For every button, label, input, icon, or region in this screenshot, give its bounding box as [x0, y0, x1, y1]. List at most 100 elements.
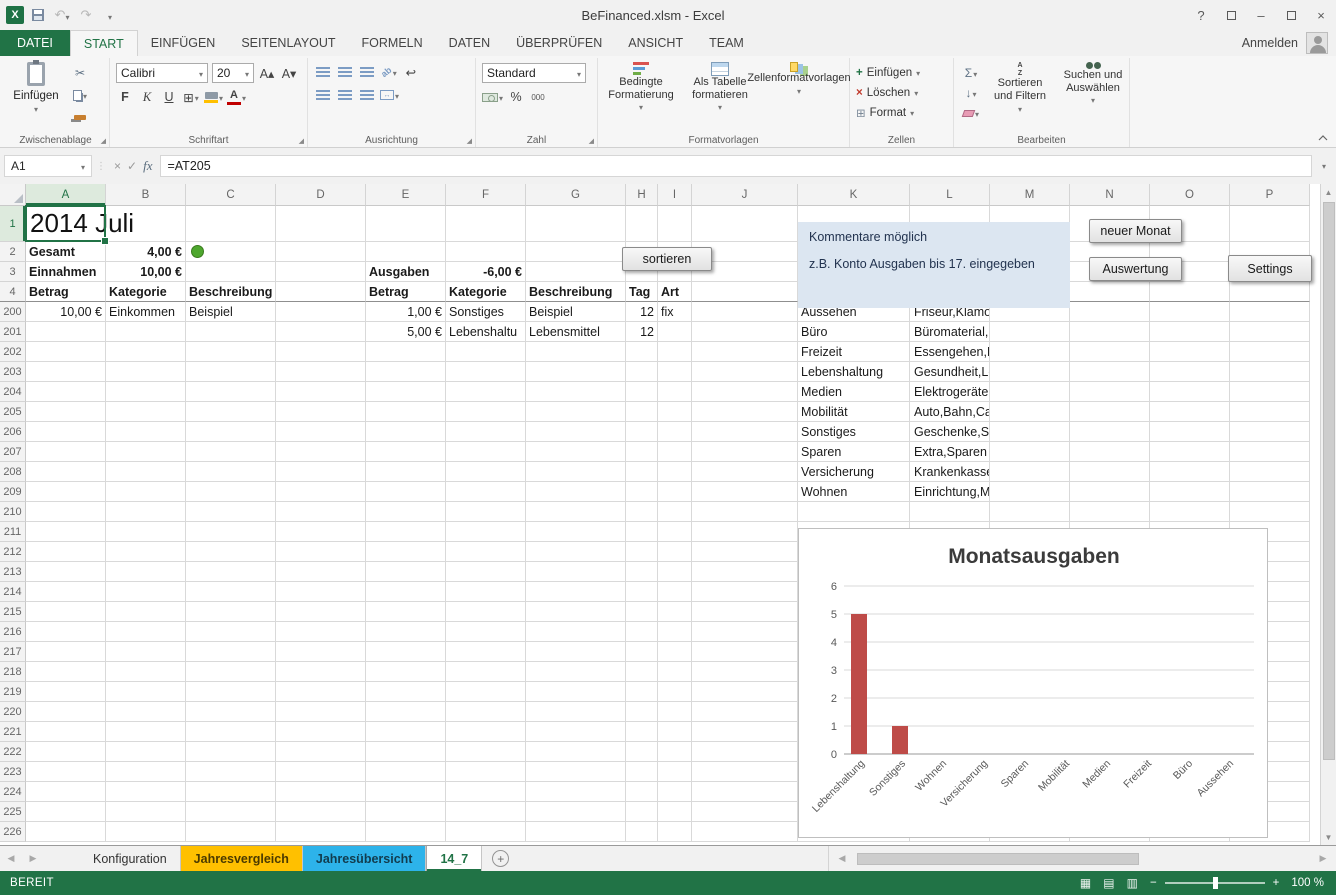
row-header-210[interactable]: 210 — [0, 502, 26, 522]
cell-G200[interactable]: Beispiel — [526, 302, 626, 322]
cell-B225[interactable] — [106, 802, 186, 822]
scroll-down-icon[interactable]: ▼ — [1321, 829, 1336, 845]
cell-A201[interactable] — [26, 322, 106, 342]
cell-B206[interactable] — [106, 422, 186, 442]
row-header-3[interactable]: 3 — [0, 262, 26, 282]
row-header-223[interactable]: 223 — [0, 762, 26, 782]
close-button[interactable]: × — [1306, 0, 1336, 30]
column-header-K[interactable]: K — [798, 184, 910, 206]
cell-A222[interactable] — [26, 742, 106, 762]
cell-A1[interactable]: 2014 Juli — [26, 206, 106, 242]
cell-N205[interactable] — [1070, 402, 1150, 422]
cell-E225[interactable] — [366, 802, 446, 822]
scroll-up-icon[interactable]: ▲ — [1321, 184, 1336, 200]
cell-C209[interactable] — [186, 482, 276, 502]
cell-B217[interactable] — [106, 642, 186, 662]
cell-B3[interactable]: 10,00 € — [106, 262, 186, 282]
cell-G203[interactable] — [526, 362, 626, 382]
cell-B220[interactable] — [106, 702, 186, 722]
row-header-201[interactable]: 201 — [0, 322, 26, 342]
cell-N200[interactable] — [1070, 302, 1150, 322]
cell-G211[interactable] — [526, 522, 626, 542]
cell-J220[interactable] — [692, 702, 798, 722]
merge-center-button[interactable]: ↔ — [380, 86, 399, 104]
cell-A215[interactable] — [26, 602, 106, 622]
neuer-monat-button[interactable]: neuer Monat — [1089, 219, 1182, 243]
redo-button[interactable]: ↷ — [76, 4, 96, 26]
cell-A225[interactable] — [26, 802, 106, 822]
cell-G210[interactable] — [526, 502, 626, 522]
font-color-button[interactable]: A — [227, 88, 246, 106]
cell-N201[interactable] — [1070, 322, 1150, 342]
cell-P205[interactable] — [1230, 402, 1310, 422]
cell-I222[interactable] — [658, 742, 692, 762]
row-header-209[interactable]: 209 — [0, 482, 26, 502]
cell-G3[interactable] — [526, 262, 626, 282]
cell-C223[interactable] — [186, 762, 276, 782]
cell-B212[interactable] — [106, 542, 186, 562]
cell-F4[interactable]: Kategorie — [446, 282, 526, 302]
cell-K205[interactable]: Mobilität — [798, 402, 910, 422]
cell-F221[interactable] — [446, 722, 526, 742]
cell-P200[interactable] — [1230, 302, 1310, 322]
cell-A217[interactable] — [26, 642, 106, 662]
cell-L203[interactable]: Gesundheit,Lebensmittel,Unterwegs — [910, 362, 990, 382]
cell-G226[interactable] — [526, 822, 626, 842]
cell-I201[interactable] — [658, 322, 692, 342]
cell-P202[interactable] — [1230, 342, 1310, 362]
save-button[interactable] — [28, 4, 48, 26]
ribbon-display-options-button[interactable] — [1216, 0, 1246, 30]
cell-F1[interactable] — [446, 206, 526, 242]
tab-datei[interactable]: DATEI — [0, 30, 70, 56]
cell-A202[interactable] — [26, 342, 106, 362]
row-header-206[interactable]: 206 — [0, 422, 26, 442]
cell-M204[interactable] — [990, 382, 1070, 402]
fill-color-button[interactable] — [204, 88, 223, 106]
cell-J223[interactable] — [692, 762, 798, 782]
cell-D2[interactable] — [276, 242, 366, 262]
cell-B203[interactable] — [106, 362, 186, 382]
cell-L205[interactable]: Auto,Bahn,Carsharing — [910, 402, 990, 422]
cell-G223[interactable] — [526, 762, 626, 782]
horizontal-scrollbar[interactable]: ◀ ▶ — [828, 846, 1336, 871]
row-header-202[interactable]: 202 — [0, 342, 26, 362]
cell-H210[interactable] — [626, 502, 658, 522]
cell-A210[interactable] — [26, 502, 106, 522]
thousands-format-button[interactable]: 000 — [529, 88, 547, 106]
cell-I200[interactable]: fix — [658, 302, 692, 322]
format-cells-button[interactable]: ⊞Format — [856, 103, 920, 122]
row-header-208[interactable]: 208 — [0, 462, 26, 482]
cell-K208[interactable]: Versicherung — [798, 462, 910, 482]
row-header-205[interactable]: 205 — [0, 402, 26, 422]
cell-L204[interactable]: Elektrogeräte,Elektrogeräte,Handy,Intern… — [910, 382, 990, 402]
row-header-224[interactable]: 224 — [0, 782, 26, 802]
cell-G208[interactable] — [526, 462, 626, 482]
cell-C4[interactable]: Beschreibung — [186, 282, 276, 302]
cell-J214[interactable] — [692, 582, 798, 602]
name-box[interactable]: A1 — [4, 155, 92, 177]
cell-I224[interactable] — [658, 782, 692, 802]
excel-app-icon[interactable]: X — [6, 6, 24, 24]
column-header-G[interactable]: G — [526, 184, 626, 206]
cell-E4[interactable]: Betrag — [366, 282, 446, 302]
cell-H213[interactable] — [626, 562, 658, 582]
cell-B205[interactable] — [106, 402, 186, 422]
conditional-formatting-button[interactable]: Bedingte Formatierung — [604, 60, 678, 132]
cell-J203[interactable] — [692, 362, 798, 382]
cell-D206[interactable] — [276, 422, 366, 442]
row-header-207[interactable]: 207 — [0, 442, 26, 462]
cell-C214[interactable] — [186, 582, 276, 602]
cell-E212[interactable] — [366, 542, 446, 562]
column-header-A[interactable]: A — [26, 184, 106, 206]
cell-H219[interactable] — [626, 682, 658, 702]
cell-A212[interactable] — [26, 542, 106, 562]
alignment-dialog-launcher[interactable]: ◢ — [467, 137, 472, 145]
cell-G206[interactable] — [526, 422, 626, 442]
row-header-2[interactable]: 2 — [0, 242, 26, 262]
cell-E221[interactable] — [366, 722, 446, 742]
cell-H223[interactable] — [626, 762, 658, 782]
cell-C213[interactable] — [186, 562, 276, 582]
cell-J215[interactable] — [692, 602, 798, 622]
cell-E214[interactable] — [366, 582, 446, 602]
cell-P207[interactable] — [1230, 442, 1310, 462]
